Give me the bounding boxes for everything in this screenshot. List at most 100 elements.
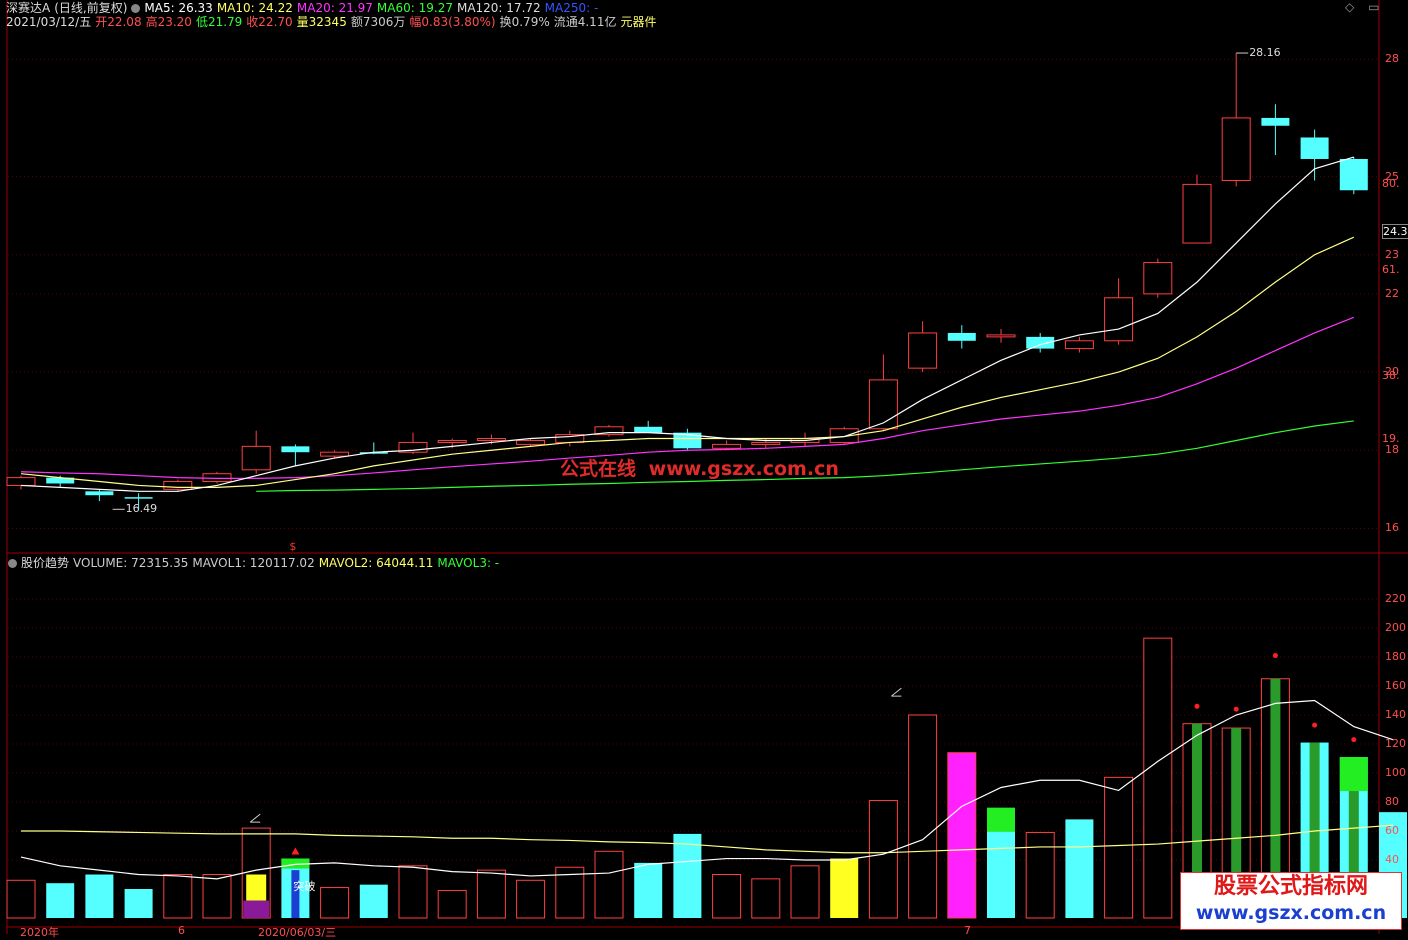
ma-legend-item-1: MA10: 24.22 xyxy=(216,1,293,15)
quote-item-3: 收22.70 xyxy=(246,15,293,29)
price-tick-0: 28 xyxy=(1385,52,1399,66)
quote-date: 2021/03/12/五 xyxy=(6,15,92,29)
candle-body-16 xyxy=(634,426,663,433)
trading-chart-window: 深赛达A (日线,前复权) MA5: 26.33 MA10: 24.22 MA20: 2… xyxy=(0,0,1408,939)
quote-item-9: 元器件 xyxy=(620,15,657,29)
quote-item-0: 开22.08 xyxy=(95,15,142,29)
quote-item-1: 高23.20 xyxy=(145,15,192,29)
maximize-icon[interactable]: ▭ xyxy=(1368,0,1379,14)
candle-body-2 xyxy=(85,491,114,496)
collapse-icon[interactable]: ◇ xyxy=(1345,0,1354,14)
volume-legend-item-2: MAVOL2: 64044.11 xyxy=(318,556,434,570)
volume-bar-21 xyxy=(830,858,859,918)
price-side-label-2: 61. xyxy=(1382,263,1400,277)
candle-body-22 xyxy=(868,379,898,430)
volume-header: 股价趋势 VOLUME: 72315.35 MAVOL1: 120117.02 MAV… xyxy=(8,556,507,570)
window-controls: ◇ ▭ xyxy=(1345,0,1379,14)
stock-header: 深赛达A (日线,前复权) MA5: 26.33 MA10: 24.22 MA20: 2… xyxy=(6,1,606,15)
candle-body-25 xyxy=(986,334,1016,338)
candle-body-7 xyxy=(281,446,310,453)
ma-legend-item-5: MA250: - xyxy=(544,1,599,15)
price-side-label-3: 38. xyxy=(1382,368,1400,382)
signal-dot-1 xyxy=(1233,706,1239,712)
stock-mode: (日线,前复权) xyxy=(54,1,128,15)
candle-body-32 xyxy=(1261,117,1290,126)
quote-item-6: 幅0.83(3.80%) xyxy=(409,15,496,29)
signal-dot-4 xyxy=(1351,737,1357,743)
peak-mark-a xyxy=(249,813,261,823)
price-side-label-4: 19. xyxy=(1382,431,1400,445)
volume-bar-9 xyxy=(359,884,388,918)
candle-body-0 xyxy=(6,477,36,486)
candle-body-28 xyxy=(1104,297,1134,342)
volume-tick-7: 80 xyxy=(1385,795,1399,808)
date-label-2: 2020/06/03/三 xyxy=(258,926,337,939)
candle-body-11 xyxy=(437,439,467,443)
watermark-red: 公式在线 www.gszx.com.cn xyxy=(560,458,839,480)
signal-dot-2 xyxy=(1272,653,1278,659)
quote-item-4: 量32345 xyxy=(296,15,347,29)
volume-tick-0: 220 xyxy=(1385,592,1406,605)
volume-tick-9: 40 xyxy=(1385,853,1399,866)
breakout-arrow-icon xyxy=(291,847,300,855)
price-side-label-1: 24.36 xyxy=(1382,224,1408,240)
signal-dot-0 xyxy=(1194,703,1200,709)
volume-tick-5: 120 xyxy=(1385,737,1406,750)
indicator-name[interactable]: 股价趋势 xyxy=(21,556,69,570)
candle-body-29 xyxy=(1143,262,1173,295)
volume-bar-13 xyxy=(516,879,546,919)
candle-body-19 xyxy=(751,441,781,445)
volume-bar-15 xyxy=(594,850,624,919)
volume-bar-12 xyxy=(476,869,506,919)
volume-bar-17 xyxy=(673,833,702,918)
volume-bar-27 xyxy=(1065,819,1094,918)
ma-legend: MA5: 26.33 MA10: 24.22 MA20: 21.97 MA60: 19… xyxy=(144,1,602,15)
volume-bar-5 xyxy=(202,874,232,919)
volume-bar-19 xyxy=(751,878,781,919)
volume-bar-28 xyxy=(1104,776,1134,919)
candle-body-24 xyxy=(947,332,976,341)
volume-bar-11 xyxy=(437,889,467,919)
signal-marker: $ xyxy=(289,540,297,553)
price-side-label-0: 80. xyxy=(1382,177,1400,191)
candle-body-34 xyxy=(1339,158,1368,191)
volume-bar-10 xyxy=(398,865,428,919)
peak-mark-b xyxy=(891,687,902,697)
ma-legend-item-4: MA120: 17.72 xyxy=(456,1,541,15)
volume-bar-3 xyxy=(124,889,153,918)
volume-bar-4 xyxy=(163,874,193,919)
volume-tick-8: 60 xyxy=(1385,824,1399,837)
quote-items: 开22.08 高23.20 低21.79 收22.70 量32345 额7306万 幅0.8… xyxy=(95,15,660,29)
candle-body-31 xyxy=(1221,117,1251,181)
quote-item-2: 低21.79 xyxy=(195,15,243,29)
volume-bar-0 xyxy=(6,879,36,919)
volume-tick-1: 200 xyxy=(1385,621,1406,634)
price-tick-5: 18 xyxy=(1385,443,1399,457)
candle-body-4 xyxy=(163,481,193,490)
volume-legend-item-0: VOLUME: 72315.35 xyxy=(73,556,189,570)
price-tick-3: 22 xyxy=(1385,286,1399,300)
candle-body-12 xyxy=(476,438,506,441)
volume-legend-item-3: MAVOL3: - xyxy=(437,556,500,570)
quote-bar: 2021/03/12/五 开22.08 高23.20 低21.79 收22.70 量323… xyxy=(6,15,664,29)
volume-bar-18 xyxy=(712,874,742,919)
volume-bar-26 xyxy=(1025,831,1055,919)
price-tick-2: 23 xyxy=(1385,247,1399,261)
candle-body-27 xyxy=(1064,340,1094,350)
candle-body-6 xyxy=(241,445,271,471)
quote-item-7: 换0.79% xyxy=(499,15,550,29)
volume-bar-2 xyxy=(85,874,114,918)
candle-body-23 xyxy=(908,332,938,369)
volume-bar-inner-6 xyxy=(246,874,267,901)
candle-body-13 xyxy=(516,439,546,445)
ma-settings-icon[interactable] xyxy=(131,4,141,13)
stock-name: 深赛达A xyxy=(6,1,51,15)
date-label-0: 2020年 xyxy=(20,926,59,939)
indicator-settings-icon[interactable] xyxy=(8,559,17,568)
candle-body-33 xyxy=(1300,137,1329,159)
high-price-label: 28.16 xyxy=(1249,46,1281,60)
volume-bar-20 xyxy=(790,865,820,919)
low-price-label: 16.49 xyxy=(125,502,158,516)
ma-legend-item-3: MA60: 19.27 xyxy=(376,1,453,15)
volume-bar-cap-25 xyxy=(987,807,1015,832)
